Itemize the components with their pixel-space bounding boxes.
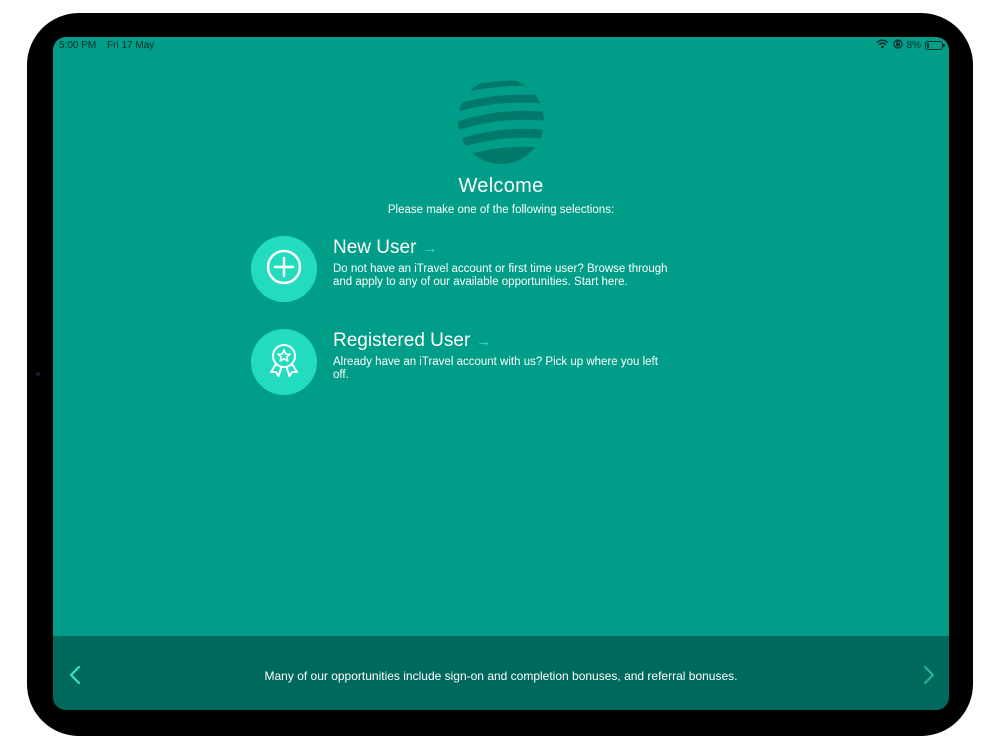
app-screen: 5:00 PM Fri 17 May 8% Welcome Please mak… <box>53 37 949 710</box>
page-title: Welcome <box>458 175 544 197</box>
plus-circle-icon <box>266 249 302 290</box>
orientation-lock-icon <box>892 39 903 52</box>
battery-percent: 8% <box>906 40 921 51</box>
registered-user-description: Already have an iTravel account with us?… <box>333 356 658 381</box>
status-right: 8% <box>876 39 945 52</box>
new-user-description: Do not have an iTravel account or first … <box>333 263 668 288</box>
footer-message: Many of our opportunities include sign-o… <box>264 669 738 683</box>
battery-fill <box>927 43 929 48</box>
battery-charging-icon <box>925 41 945 50</box>
new-user-text: New User → Do not have an iTravel account… <box>333 236 673 289</box>
chevron-right-icon <box>923 665 935 690</box>
new-user-option[interactable]: New User → Do not have an iTravel account… <box>251 236 691 304</box>
status-left: 5:00 PM Fri 17 May <box>59 40 162 51</box>
page-subtitle: Please make one of the following selecti… <box>387 204 615 216</box>
new-user-button[interactable] <box>251 236 317 302</box>
arrow-right-icon: → <box>422 240 438 257</box>
registered-user-text: Registered User → Already have an iTravel… <box>333 329 673 382</box>
registered-user-title: Registered User <box>333 330 471 351</box>
new-user-title: New User <box>333 237 417 258</box>
status-bar: 5:00 PM Fri 17 May 8% <box>53 37 949 55</box>
wifi-icon <box>876 39 889 52</box>
camera-dot <box>36 372 40 376</box>
new-user-heading[interactable]: New User → <box>333 236 673 261</box>
next-button[interactable] <box>917 664 941 690</box>
registered-user-heading[interactable]: Registered User → <box>333 329 673 354</box>
footer-banner: Many of our opportunities include sign-o… <box>53 636 949 710</box>
globe-logo-icon <box>457 77 545 165</box>
award-badge-icon <box>264 340 304 385</box>
status-date: Fri 17 May <box>107 40 155 51</box>
arrow-right-icon: → <box>476 333 492 350</box>
status-time: 5:00 PM <box>59 40 97 51</box>
registered-user-button[interactable] <box>251 329 317 395</box>
registered-user-option[interactable]: Registered User → Already have an iTravel… <box>251 329 691 397</box>
